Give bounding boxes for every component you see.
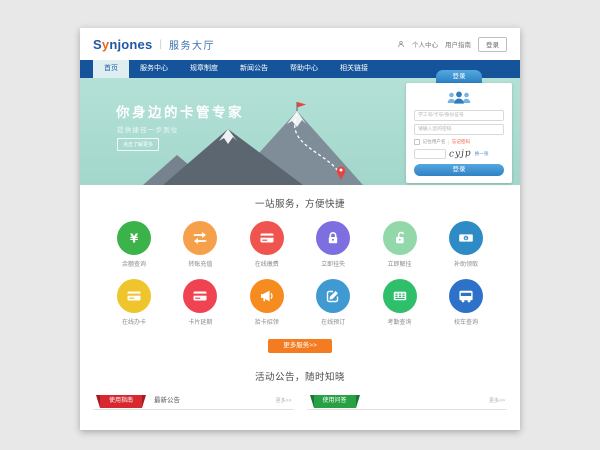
services-section: 一站服务，方便快捷 ¥ 余额查询 转账充值 在线缴费 立即挂失 立即解挂 ¥ 补助领取 在线办… — [80, 185, 520, 353]
captcha-input[interactable] — [414, 149, 446, 159]
tab-latest-announcements[interactable]: 最新公告 — [154, 393, 180, 409]
nav-item-3[interactable]: 新闻公告 — [229, 60, 279, 78]
service-item-5[interactable]: ¥ 补助领取 — [438, 221, 494, 268]
card-icon — [117, 279, 151, 313]
captcha-row: cyjp 换一张 — [414, 149, 504, 159]
site-title: 服务大厅 — [169, 37, 215, 52]
service-item-0[interactable]: ¥ 余额查询 — [106, 221, 162, 268]
unlock-icon — [383, 221, 417, 255]
remember-label: 记住用户名 — [423, 139, 446, 145]
remember-separator: | — [448, 140, 449, 145]
remember-row: 记住用户名 | 忘记密码 — [414, 139, 504, 145]
captcha-image[interactable]: cyjp — [449, 148, 472, 159]
service-label: 在线办卡 — [106, 317, 162, 326]
svg-text:¥: ¥ — [464, 236, 467, 242]
service-label: 余额查询 — [106, 259, 162, 268]
nav-item-1[interactable]: 服务中心 — [129, 60, 179, 78]
tab-usage-guide[interactable]: 使用指南 — [100, 395, 142, 408]
more-services-button[interactable]: 更多服务>> — [268, 339, 332, 353]
lock-icon — [316, 221, 350, 255]
card-icon — [250, 221, 284, 255]
pencil-icon — [316, 279, 350, 313]
logo-suffix: njones — [109, 37, 152, 52]
username-input[interactable] — [414, 110, 504, 121]
reader-icon — [383, 279, 417, 313]
service-item-1[interactable]: 转账充值 — [172, 221, 228, 268]
service-item-11[interactable]: 校车查询 — [438, 279, 494, 326]
login-submit-button[interactable]: 登录 — [414, 164, 504, 176]
service-label: 转账充值 — [172, 259, 228, 268]
service-label: 在线预订 — [305, 317, 361, 326]
services-row-1: ¥ 余额查询 转账充值 在线缴费 立即挂失 立即解挂 ¥ 补助领取 — [80, 221, 520, 268]
browser-page: Synjones | 服务大厅 个人中心用户指南 登录 首页服务中心规章制度新闻… — [80, 28, 520, 430]
hero-banner: 你身边的卡管专家 提供捷径一步到位 点击了解更多 登录 — [80, 78, 520, 185]
megaphone-icon — [250, 279, 284, 313]
service-item-4[interactable]: 立即解挂 — [372, 221, 428, 268]
service-item-6[interactable]: 在线办卡 — [106, 279, 162, 326]
services-title: 一站服务，方便快捷 — [80, 196, 520, 210]
site-header: Synjones | 服务大厅 个人中心用户指南 登录 — [80, 28, 520, 60]
service-label: 考勤查询 — [372, 317, 428, 326]
service-item-3[interactable]: 立即挂失 — [305, 221, 361, 268]
nav-item-2[interactable]: 规章制度 — [179, 60, 229, 78]
password-input[interactable] — [414, 124, 504, 135]
panel-right: 使用问答 更多>> — [307, 393, 508, 410]
bus-icon — [449, 279, 483, 313]
transfer-icon — [183, 221, 217, 255]
remember-checkbox[interactable] — [414, 139, 420, 145]
nav-item-5[interactable]: 相关链接 — [329, 60, 379, 78]
nav-item-4[interactable]: 帮助中心 — [279, 60, 329, 78]
service-label: 立即挂失 — [305, 259, 361, 268]
panel-left-header: 使用指南 最新公告 更多>> — [93, 393, 294, 410]
panel-right-header: 使用问答 更多>> — [307, 393, 508, 410]
card-icon — [183, 279, 217, 313]
login-panel: 登录 记住用户名 | 忘记密码 cyjp 换一张 — [406, 70, 512, 183]
login-tab[interactable]: 登录 — [436, 70, 482, 83]
header-links: 个人中心用户指南 — [397, 39, 471, 49]
mountain-illustration — [135, 99, 400, 185]
service-item-7[interactable]: 卡片延期 — [172, 279, 228, 326]
header-link-0[interactable]: 个人中心 — [412, 39, 438, 49]
announcements-section: 活动公告，随时知晓 使用指南 最新公告 更多>> 使用问答 更多>> — [80, 369, 520, 410]
service-label: 校车查询 — [438, 317, 494, 326]
logo-prefix: S — [93, 37, 102, 52]
service-label: 补助领取 — [438, 259, 494, 268]
services-row-2: 在线办卡 卡片延期 拾卡招领 在线预订 考勤查询 校车查询 — [80, 279, 520, 326]
service-label: 卡片延期 — [172, 317, 228, 326]
panel-left: 使用指南 最新公告 更多>> — [93, 393, 294, 410]
service-label: 拾卡招领 — [239, 317, 295, 326]
svg-text:¥: ¥ — [130, 232, 139, 246]
nav-item-0[interactable]: 首页 — [93, 60, 129, 78]
forgot-password-link[interactable]: 忘记密码 — [452, 139, 470, 145]
announcements-title: 活动公告，随时知晓 — [80, 369, 520, 383]
header-login-button[interactable]: 登录 — [478, 37, 507, 52]
users-icon — [444, 90, 474, 106]
service-item-9[interactable]: 在线预订 — [305, 279, 361, 326]
banknote-icon: ¥ — [449, 221, 483, 255]
login-form: 记住用户名 | 忘记密码 cyjp 换一张 登录 — [406, 83, 512, 183]
yen-icon: ¥ — [117, 221, 151, 255]
captcha-refresh-link[interactable]: 换一张 — [475, 151, 489, 157]
logo-divider: | — [159, 39, 162, 50]
header-link-1[interactable]: 用户指南 — [445, 39, 471, 49]
service-item-10[interactable]: 考勤查询 — [372, 279, 428, 326]
tab-usage-qa[interactable]: 使用问答 — [314, 395, 356, 408]
left-more-link[interactable]: 更多>> — [276, 393, 294, 409]
person-icon — [397, 40, 405, 48]
service-label: 在线缴费 — [239, 259, 295, 268]
logo[interactable]: Synjones — [93, 37, 152, 52]
service-label: 立即解挂 — [372, 259, 428, 268]
announcement-panels: 使用指南 最新公告 更多>> 使用问答 更多>> — [80, 393, 520, 410]
right-more-link[interactable]: 更多>> — [489, 393, 507, 409]
service-item-2[interactable]: 在线缴费 — [239, 221, 295, 268]
service-item-8[interactable]: 拾卡招领 — [239, 279, 295, 326]
